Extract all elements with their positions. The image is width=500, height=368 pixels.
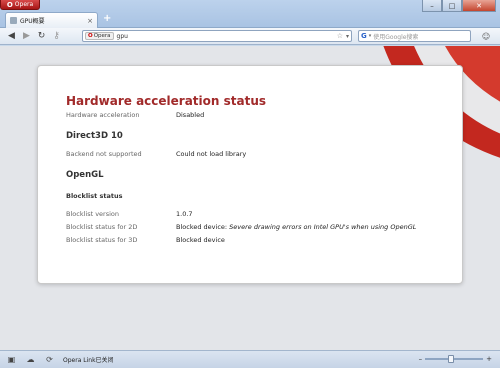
blocklist-heading: Blocklist status <box>66 192 123 200</box>
key-icon[interactable]: ⚷ <box>50 30 63 42</box>
tab-gpu[interactable]: GPU概要 × <box>5 12 98 28</box>
search-input[interactable]: 使用Google搜索 <box>373 32 468 41</box>
hw-accel-value: Disabled <box>176 111 205 119</box>
direct3d-heading: Direct3D 10 <box>66 131 123 141</box>
zoom-slider-thumb[interactable] <box>448 355 455 363</box>
direct3d-label: Backend not supported <box>66 150 142 158</box>
minimize-button[interactable]: – <box>422 0 442 12</box>
zoom-in-button[interactable]: + <box>486 355 492 363</box>
search-field[interactable]: G ▾ 使用Google搜索 <box>358 30 471 42</box>
zoom-out-button[interactable]: – <box>419 355 423 363</box>
tab-close-icon[interactable]: × <box>87 17 93 25</box>
reload-icon[interactable]: ↻ <box>35 30 48 42</box>
link-icon[interactable]: ⟳ <box>44 355 55 365</box>
address-badge[interactable]: O Opera <box>85 32 114 40</box>
blocklist-2d-reason: Severe drawing errors on Intel GPU's whe… <box>229 223 417 231</box>
blocklist-2d-value: Blocked device: Severe drawing errors on… <box>176 223 416 231</box>
hw-accel-label: Hardware acceleration <box>66 111 140 119</box>
tab-label: GPU概要 <box>20 18 45 25</box>
opera-menu-button[interactable]: O Opera <box>0 0 40 10</box>
new-tab-button[interactable]: + <box>103 13 111 24</box>
address-dropdown-icon[interactable]: ▾ <box>346 33 349 40</box>
page-title: Hardware acceleration status <box>66 94 267 108</box>
zoom-control: – + <box>419 355 492 363</box>
navigation-bar: ◀ ▶ ↻ ⚷ O Opera gpu ☆ ▾ G ▾ 使用Google搜索 ☺ <box>0 28 500 45</box>
address-text[interactable]: gpu <box>117 33 334 40</box>
status-bar: ▣ ☁ ⟳ Opera Link已关闭 – + <box>0 350 500 368</box>
cloud-icon[interactable]: ☁ <box>25 355 36 365</box>
zoom-slider[interactable] <box>425 355 484 363</box>
window-controls: – □ ✕ <box>422 0 496 12</box>
address-badge-label: Opera <box>93 33 111 39</box>
sidebar-toggle-icon[interactable]: ▣ <box>6 355 17 365</box>
opera-link-status: Opera Link已关闭 <box>63 357 114 364</box>
opera-menu-label: Opera <box>14 1 34 8</box>
direct3d-value: Could not load library <box>176 150 247 158</box>
search-engine-dropdown-icon[interactable]: ▾ <box>369 33 372 39</box>
address-bar[interactable]: O Opera gpu ☆ ▾ <box>82 30 352 42</box>
title-bar: O Opera – □ ✕ GPU概要 × + <box>0 0 500 28</box>
close-button[interactable]: ✕ <box>462 0 496 12</box>
opengl-heading: OpenGL <box>66 170 104 180</box>
blocklist-2d-prefix: Blocked device: <box>176 223 230 231</box>
google-icon[interactable]: G <box>361 32 367 40</box>
blocklist-version-label: Blocklist version <box>66 210 119 218</box>
blocklist-version-value: 1.0.7 <box>176 210 193 218</box>
maximize-button[interactable]: □ <box>442 0 462 12</box>
opera-logo-icon: O <box>6 0 13 9</box>
page-icon <box>10 17 17 24</box>
back-icon[interactable]: ◀ <box>5 30 18 42</box>
page-content: Hardware acceleration status Hardware ac… <box>0 46 500 350</box>
star-icon[interactable]: ☆ <box>337 32 343 40</box>
forward-icon[interactable]: ▶ <box>20 30 33 42</box>
gpu-status-card: Hardware acceleration status Hardware ac… <box>37 65 463 284</box>
panel-icon[interactable]: ☺ <box>480 31 492 42</box>
opera-badge-icon: O <box>88 33 93 39</box>
blocklist-2d-label: Blocklist status for 2D <box>66 223 138 231</box>
blocklist-3d-label: Blocklist status for 3D <box>66 236 138 244</box>
blocklist-3d-value: Blocked device <box>176 236 225 244</box>
